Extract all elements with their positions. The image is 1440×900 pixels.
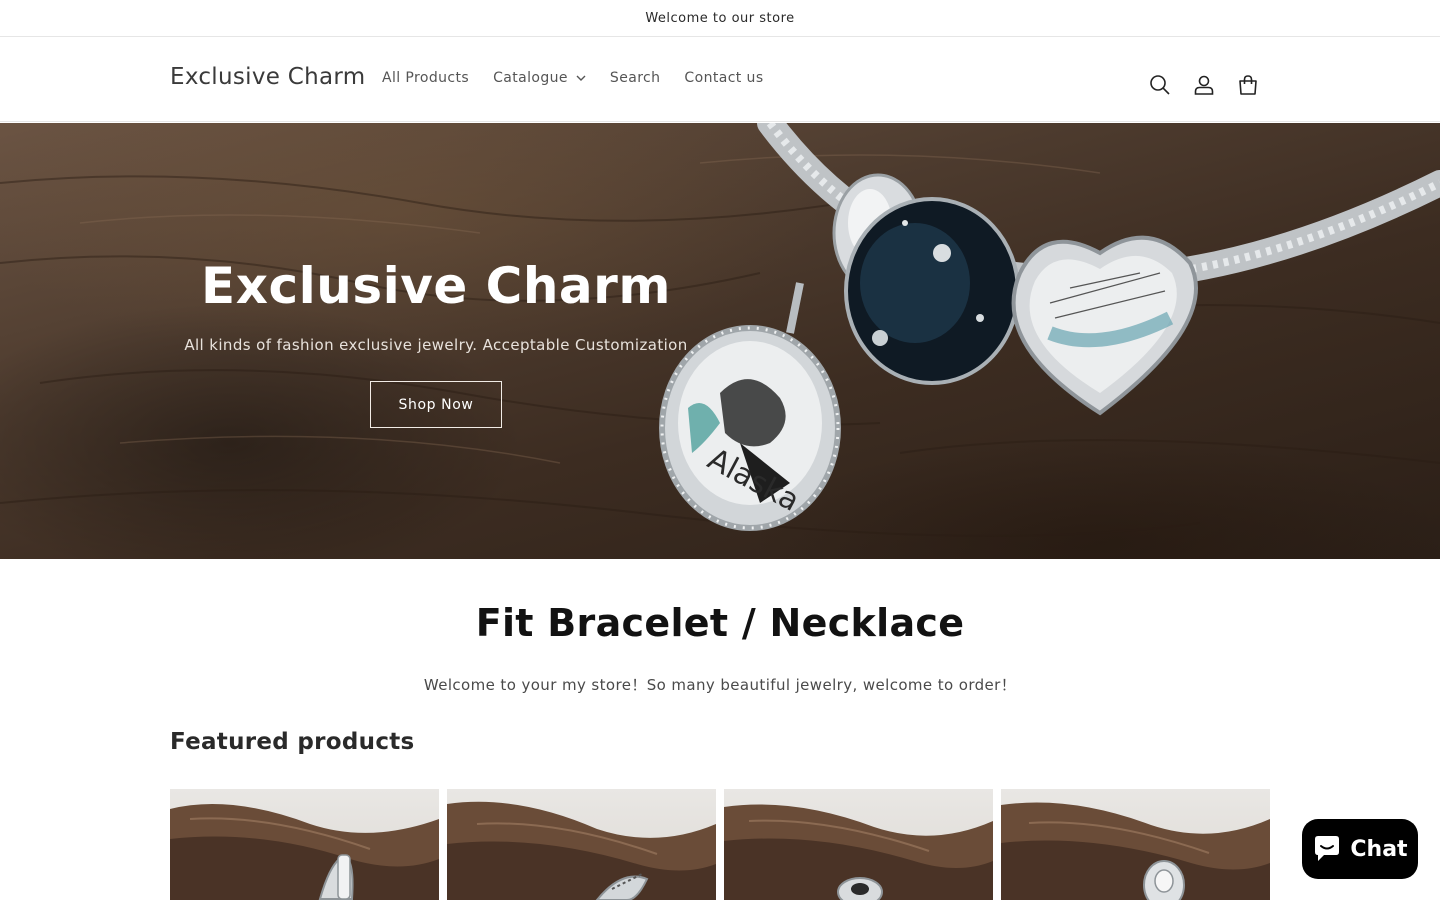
nav-search[interactable]: Search <box>598 70 673 86</box>
product-card[interactable] <box>724 789 993 900</box>
main-nav: All Products Catalogue Search Contact us <box>370 70 776 86</box>
chat-button[interactable]: Chat <box>1302 819 1418 879</box>
search-button[interactable] <box>1138 63 1182 107</box>
cart-button[interactable] <box>1226 63 1270 107</box>
shop-now-button[interactable]: Shop Now <box>370 381 502 428</box>
product-image <box>447 801 716 900</box>
featured-products-heading: Featured products <box>170 729 415 755</box>
nav-label: All Products <box>382 70 470 86</box>
account-button[interactable] <box>1182 63 1226 107</box>
search-icon <box>1150 75 1170 95</box>
nav-all-products[interactable]: All Products <box>370 70 481 86</box>
product-image <box>724 804 993 900</box>
nav-contact-us[interactable]: Contact us <box>672 70 775 86</box>
hero-banner: Alaska Exclusive Charm All kinds of fash… <box>0 123 1440 559</box>
nav-label: Search <box>609 70 661 86</box>
product-grid <box>170 789 1270 900</box>
product-image <box>1001 802 1270 900</box>
site-header: Exclusive Charm All Products Catalogue S… <box>0 38 1440 122</box>
hero-subtitle: All kinds of fashion exclusive jewelry. … <box>184 336 688 354</box>
header-icons <box>1138 63 1270 107</box>
product-card[interactable] <box>447 789 716 900</box>
announcement-text: Welcome to our store <box>645 10 795 26</box>
nav-label: Contact us <box>684 70 764 86</box>
nav-label: Catalogue <box>493 70 568 86</box>
chevron-down-icon <box>576 75 586 81</box>
product-card[interactable] <box>1001 789 1270 900</box>
cart-icon <box>1239 75 1257 95</box>
collection-title: Fit Bracelet / Necklace <box>475 601 965 645</box>
product-image <box>170 804 439 900</box>
collection-subtitle: Welcome to your my store！So many beautif… <box>423 676 1017 694</box>
product-card[interactable] <box>170 789 439 900</box>
chat-bubble-icon <box>1315 836 1340 861</box>
account-icon <box>1194 75 1214 95</box>
store-logo[interactable]: Exclusive Charm <box>170 64 366 90</box>
chat-label: Chat <box>1350 836 1408 862</box>
hero-title: Exclusive Charm <box>201 257 671 315</box>
nav-catalogue[interactable]: Catalogue <box>481 70 598 86</box>
announcement-bar: Welcome to our store <box>0 0 1440 37</box>
